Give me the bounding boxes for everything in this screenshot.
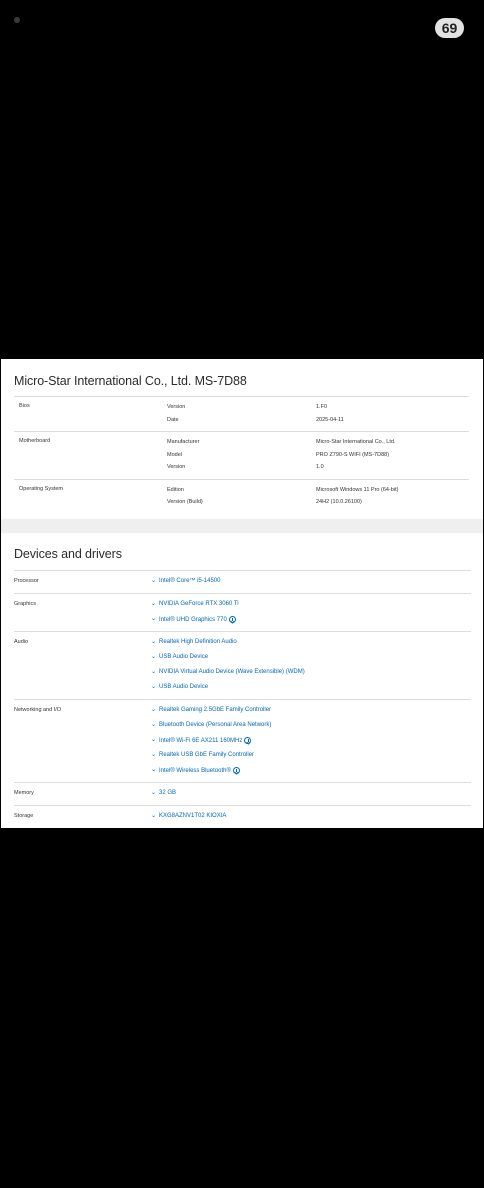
- system-group: Bios Version 1.F0 Date 2025-04-11: [14, 396, 469, 431]
- device-item[interactable]: ⌄ Intel® UHD Graphics 770: [14, 612, 471, 627]
- system-info-card: Micro-Star International Co., Ltd. MS-7D…: [1, 359, 483, 519]
- system-row-key: Version: [167, 404, 186, 410]
- system-row: Date 2025-04-11: [14, 414, 469, 427]
- card-separator: [1, 519, 483, 533]
- device-item-label[interactable]: 32 GB: [159, 790, 176, 796]
- device-item[interactable]: ⌄ USB Audio Device: [14, 680, 471, 695]
- system-row-value: 24H2 (10.0.26100): [316, 499, 362, 505]
- device-item-label[interactable]: USB Audio Device: [159, 684, 208, 690]
- device-item[interactable]: ⌄ Bluetooth Device (Personal Area Network…: [14, 718, 471, 733]
- system-row: Manufacturer Micro-Star International Co.…: [14, 436, 469, 449]
- device-item[interactable]: ⌄ Intel® Wi-Fi 6E AX211 160MHz: [14, 733, 471, 748]
- system-row-value: 2025-04-11: [316, 416, 344, 423]
- system-row: Version 1.0: [14, 461, 469, 474]
- system-row-value: PRO Z790-S WIFI (MS-7D88): [316, 451, 390, 458]
- system-info-table: Bios Version 1.F0 Date 2025-04-11 Motherboard…: [14, 396, 469, 513]
- chevron-down-icon[interactable]: ⌄: [151, 751, 156, 758]
- system-row-key: Edition: [167, 486, 184, 493]
- system-row: Version 1.F0: [14, 401, 469, 414]
- device-item[interactable]: ⌄ KXG8AZNV1T02 KIOXIA: [14, 809, 471, 824]
- devices-title: Devices and drivers: [14, 547, 122, 561]
- system-row-key: Model: [167, 451, 182, 458]
- system-row-key: Version (Build): [167, 499, 203, 505]
- device-item-label[interactable]: Intel® UHD Graphics 770: [159, 617, 227, 623]
- system-row-value: 1.0: [316, 464, 324, 470]
- chevron-down-icon[interactable]: ⌄: [151, 812, 156, 819]
- system-row: Version (Build) 24H2 (10.0.26100): [14, 496, 469, 509]
- download-icon[interactable]: [232, 767, 240, 774]
- chevron-down-icon[interactable]: ⌄: [151, 577, 156, 584]
- device-item[interactable]: ⌄ Realtek Gaming 2.5GbE Family Controller: [14, 703, 471, 718]
- chevron-down-icon[interactable]: ⌄: [151, 668, 156, 675]
- download-icon[interactable]: [228, 616, 236, 623]
- device-item-label[interactable]: KXG8AZNV1T02 KIOXIA: [159, 813, 226, 819]
- device-item[interactable]: ⌄ 32 GB: [14, 786, 471, 801]
- device-item[interactable]: ⌄ Intel® Core™ i5-14500: [14, 574, 471, 589]
- chevron-down-icon[interactable]: ⌄: [151, 615, 156, 622]
- device-item[interactable]: ⌄ Realtek High Definition Audio: [14, 635, 471, 650]
- device-group: Memory ⌄ 32 GB: [14, 782, 471, 805]
- device-item-label[interactable]: Intel® Wireless Bluetooth®: [159, 768, 231, 774]
- chevron-down-icon[interactable]: ⌄: [151, 706, 156, 713]
- device-item-label[interactable]: Intel® Core™ i5-14500: [159, 578, 220, 584]
- system-row-value: Microsoft Windows 11 Pro (64-bit): [316, 486, 399, 493]
- system-row-value: 1.F0: [316, 404, 328, 410]
- device-item-label[interactable]: Bluetooth Device (Personal Area Network): [159, 722, 271, 728]
- device-item-label[interactable]: Realtek USB GbE Family Controller: [159, 752, 254, 758]
- device-group: Processor ⌄ Intel® Core™ i5-14500: [14, 570, 471, 593]
- device-group: Graphics ⌄ NVIDIA GeForce RTX 3060 Ti ⌄ Inte…: [14, 593, 471, 631]
- device-item[interactable]: ⌄ NVIDIA Virtual Audio Device (Wave Exten…: [14, 665, 471, 680]
- chevron-down-icon[interactable]: ⌄: [151, 766, 156, 773]
- device-item-label[interactable]: Intel® Wi-Fi 6E AX211 160MHz: [159, 738, 242, 744]
- chevron-down-icon[interactable]: ⌄: [151, 721, 156, 728]
- device-item[interactable]: ⌄ Intel® Wireless Bluetooth®: [14, 763, 471, 778]
- system-row-key: Date: [167, 416, 179, 423]
- chevron-down-icon[interactable]: ⌄: [151, 600, 156, 607]
- system-row: Model PRO Z790-S WIFI (MS-7D88): [14, 449, 469, 462]
- camera-dot: [14, 17, 20, 23]
- system-row-value: Micro-Star International Co., Ltd.: [316, 439, 396, 445]
- download-icon[interactable]: [244, 737, 252, 744]
- devices-table: Processor ⌄ Intel® Core™ i5-14500 Graphics ⌄…: [14, 570, 471, 828]
- chevron-down-icon[interactable]: ⌄: [151, 638, 156, 645]
- chevron-down-icon[interactable]: ⌄: [151, 789, 156, 796]
- system-row-key: Manufacturer: [167, 439, 200, 445]
- chevron-down-icon[interactable]: ⌄: [151, 683, 156, 690]
- device-group: Networking and I/O ⌄ Realtek Gaming 2.5GbE…: [14, 699, 471, 782]
- device-item-label[interactable]: USB Audio Device: [159, 654, 208, 660]
- device-item[interactable]: ⌄ Realtek USB GbE Family Controller: [14, 748, 471, 763]
- system-group: Motherboard Manufacturer Micro-Star Intern…: [14, 431, 469, 479]
- device-item-label[interactable]: NVIDIA GeForce RTX 3060 Ti: [159, 601, 239, 607]
- device-item-label[interactable]: Realtek High Definition Audio: [159, 639, 237, 645]
- device-item-label[interactable]: Realtek Gaming 2.5GbE Family Controller: [159, 707, 271, 713]
- device-item[interactable]: ⌄ NVIDIA GeForce RTX 3060 Ti: [14, 597, 471, 612]
- devices-card: Devices and drivers Processor ⌄ Intel® Cor…: [1, 533, 483, 828]
- chevron-down-icon[interactable]: ⌄: [151, 653, 156, 660]
- system-group: Operating System Edition Microsoft Windows…: [14, 478, 469, 513]
- notification-count-badge: 69: [435, 18, 464, 38]
- system-row-key: Version: [167, 464, 186, 470]
- device-group: Storage ⌄ KXG8AZNV1T02 KIOXIA: [14, 805, 471, 828]
- chevron-down-icon[interactable]: ⌄: [151, 736, 156, 743]
- device-item[interactable]: ⌄ USB Audio Device: [14, 650, 471, 665]
- system-row: Edition Microsoft Windows 11 Pro (64-bit): [14, 484, 469, 497]
- device-group: Audio ⌄ Realtek High Definition Audio ⌄ USB …: [14, 631, 471, 699]
- device-item-label[interactable]: NVIDIA Virtual Audio Device (Wave Extens…: [159, 669, 305, 675]
- system-title: Micro-Star International Co., Ltd. MS-7D…: [14, 374, 247, 388]
